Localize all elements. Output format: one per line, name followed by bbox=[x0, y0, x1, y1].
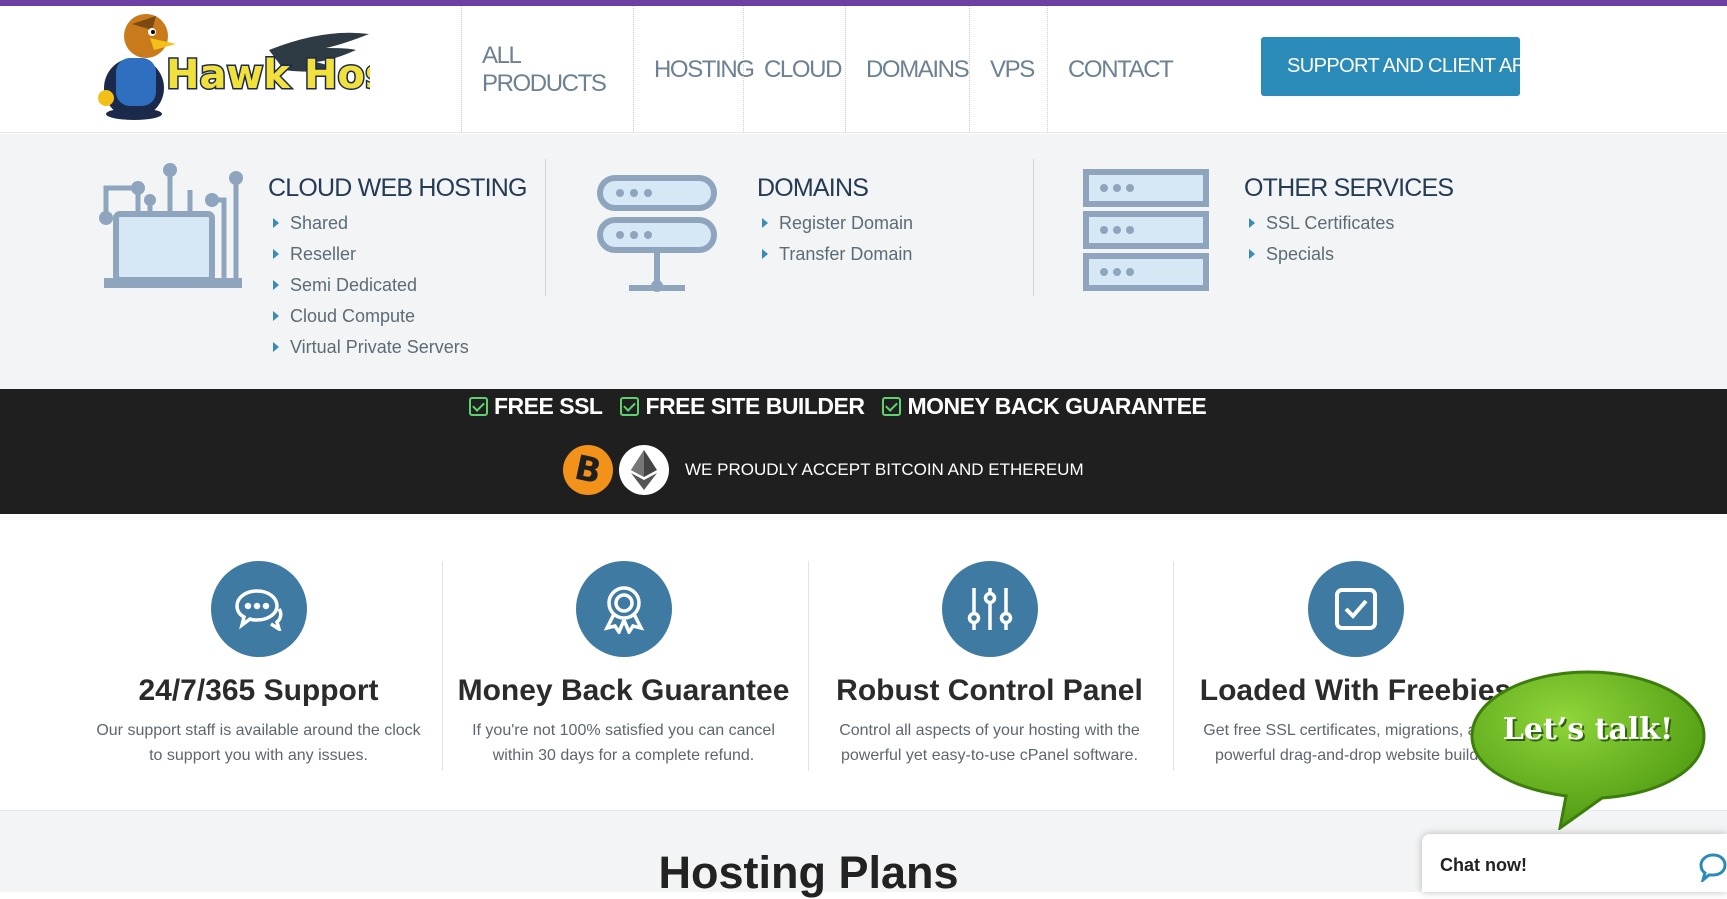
menu-link-cloud-compute[interactable]: Cloud Compute bbox=[270, 305, 469, 336]
menu-title-domains: DOMAINS bbox=[757, 174, 869, 202]
nav-item-domains[interactable]: DOMAINS bbox=[845, 6, 970, 133]
menu-column-other: OTHER SERVICES SSL Certificates Specials bbox=[1034, 134, 1534, 389]
promo-feature-label: FREE SSL bbox=[494, 393, 603, 419]
feature-support: 24/7/365 Support Our support staff is av… bbox=[76, 514, 441, 811]
menu-link-reseller[interactable]: Reseller bbox=[270, 243, 469, 274]
menu-link-virtual-private-servers[interactable]: Virtual Private Servers bbox=[270, 336, 469, 367]
nav-item-all-products[interactable]: ALL PRODUCTS bbox=[461, 6, 633, 133]
check-icon bbox=[882, 397, 902, 416]
feature-desc: Our support staff is available around th… bbox=[96, 722, 421, 764]
server-rack-icon bbox=[1083, 169, 1209, 291]
promo-feature: MONEY BACK GUARANTEE bbox=[882, 393, 1207, 420]
hosting-plans-title: Hosting Plans bbox=[658, 847, 959, 898]
feature-icon-circle bbox=[575, 561, 672, 657]
sliders-icon bbox=[967, 588, 1012, 630]
feature-title: 24/7/365 Support bbox=[138, 674, 379, 707]
chat-now-label: Chat now! bbox=[1440, 855, 1527, 875]
menu-column-domains: DOMAINS Register Domain Transfer Domain bbox=[546, 134, 1033, 389]
nav-item-contact[interactable]: CONTACT bbox=[1047, 6, 1174, 133]
feature-icon-circle bbox=[941, 561, 1038, 657]
feature-icon-circle bbox=[1307, 561, 1404, 657]
cloud-hosting-icon bbox=[99, 163, 243, 288]
feature-desc: If you're not 100% satisfied you can can… bbox=[472, 722, 775, 764]
logo-text: Hawk Host bbox=[166, 52, 370, 98]
award-icon bbox=[603, 586, 644, 634]
feature-title: Money Back Guarantee bbox=[457, 674, 790, 707]
feature-icon-circle bbox=[210, 561, 307, 657]
ethereum-icon bbox=[619, 445, 669, 495]
crypto-accept: B WE PROUDLY ACCEPT BITCOIN AND ETHEREUM bbox=[563, 445, 1084, 495]
menu-link-ssl-certificates[interactable]: SSL Certificates bbox=[1246, 212, 1394, 243]
feature-boxes: 24/7/365 Support Our support staff is av… bbox=[0, 514, 1727, 811]
menu-link-shared[interactable]: Shared bbox=[270, 212, 469, 243]
nav-item-hosting[interactable]: HOSTING bbox=[633, 6, 755, 133]
promo-feature-label: MONEY BACK GUARANTEE bbox=[907, 393, 1207, 419]
menu-link-semi-dedicated[interactable]: Semi Dedicated bbox=[270, 274, 469, 305]
crypto-accept-text: WE PROUDLY ACCEPT BITCOIN AND ETHEREUM bbox=[685, 460, 1084, 479]
promo-feature: FREE SITE BUILDER bbox=[620, 393, 865, 420]
speech-bubble-icon bbox=[1470, 670, 1706, 832]
feature-control-panel: Robust Control Panel Control all aspects… bbox=[807, 514, 1172, 811]
bitcoin-icon: B bbox=[563, 445, 613, 495]
menu-list-domains: Register Domain Transfer Domain bbox=[759, 212, 913, 274]
menu-title-hosting: CLOUD WEB HOSTING bbox=[268, 174, 527, 202]
hawk-host-logo[interactable]: Hawk Host bbox=[94, 10, 370, 122]
menu-list-other: SSL Certificates Specials bbox=[1246, 212, 1394, 274]
chat-bubble-icon bbox=[1699, 853, 1727, 882]
promo-feature-label: FREE SITE BUILDER bbox=[645, 393, 865, 419]
main-nav: ALL PRODUCTS HOSTING CLOUD DOMAINS VPS CONTAC… bbox=[461, 6, 1174, 133]
feature-money-back: Money Back Guarantee If you're not 100% … bbox=[441, 514, 806, 811]
feature-desc: Control all aspects of your hosting with… bbox=[839, 722, 1140, 764]
menu-link-register-domain[interactable]: Register Domain bbox=[759, 212, 913, 243]
nav-item-vps[interactable]: VPS bbox=[969, 6, 1047, 133]
promo-feature: FREE SSL bbox=[469, 393, 603, 420]
nav-item-cloud[interactable]: CLOUD bbox=[743, 6, 845, 133]
menu-link-transfer-domain[interactable]: Transfer Domain bbox=[759, 243, 913, 274]
chat-icon bbox=[234, 589, 282, 631]
checkbox-icon bbox=[1334, 588, 1377, 630]
support-button-label: SUPPORT AND CLIENT AREA bbox=[1287, 55, 1552, 77]
lets-talk-label: Let’s talk! bbox=[1502, 712, 1674, 747]
menu-link-specials[interactable]: Specials bbox=[1246, 243, 1394, 274]
promo-features: FREE SSL FREE SITE BUILDER MONEY BACK GUAR… bbox=[469, 393, 1207, 420]
check-icon bbox=[469, 397, 488, 416]
menu-title-other: OTHER SERVICES bbox=[1244, 174, 1454, 202]
site-header: Hawk Host ALL PRODUCTSHOSTINGCLOUDDOMAIN… bbox=[0, 6, 1727, 133]
menu-column-hosting: CLOUD WEB HOSTING Shared Reseller Semi Ded… bbox=[0, 134, 545, 389]
check-icon bbox=[620, 397, 640, 416]
lets-talk-bubble[interactable]: Let’s talk! bbox=[1470, 670, 1706, 832]
support-client-area-button[interactable]: SUPPORT AND CLIENT AREA bbox=[1261, 37, 1552, 96]
menu-list-hosting: Shared Reseller Semi Dedicated Cloud Comput… bbox=[270, 212, 469, 367]
feature-title: Robust Control Panel bbox=[836, 674, 1143, 707]
server-icon bbox=[597, 175, 717, 292]
promo-band: FREE SSL FREE SITE BUILDER MONEY BACK GUAR… bbox=[0, 389, 1727, 514]
chat-now-widget[interactable]: Chat now! bbox=[1422, 834, 1727, 892]
mega-menu: CLOUD WEB HOSTING Shared Reseller Semi Ded… bbox=[0, 134, 1727, 389]
